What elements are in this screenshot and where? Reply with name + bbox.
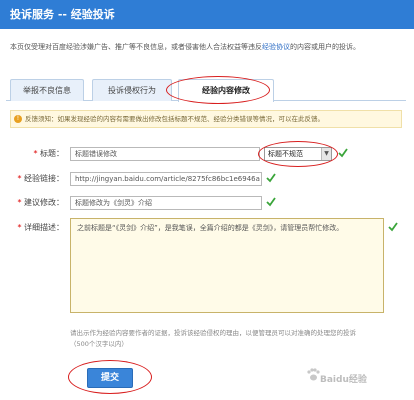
intro-text-after: 的内容或用户的投诉。 [290, 43, 360, 51]
link-input[interactable]: http://jingyan.baidu.com/article/8275fc8… [70, 172, 262, 186]
title-input[interactable]: 标题错误修改 [70, 147, 260, 161]
page-header: 投诉服务 -- 经验投诉 [0, 0, 414, 29]
tab-report-infringement[interactable]: 投诉侵权行为 [92, 79, 172, 101]
detail-textarea[interactable]: 之前标题是“《灵剑》介绍”，是我笔误，全篇介绍的都是《灵剑》，请管理员帮忙修改。 [70, 218, 384, 313]
warning-icon: ! [14, 115, 22, 123]
agreement-link[interactable]: 经验协议 [262, 43, 290, 51]
notice-box: ! 反馈须知：如果发现经验的内容有需要做出修改包括标题不规范、经验分类错误等情况… [10, 110, 402, 128]
annotation-circle-select [258, 141, 338, 167]
hint-line-2: （500个汉字以内） [70, 340, 128, 348]
check-icon [266, 197, 276, 207]
hint-text: 请出示作为经验内容要作者的证据，投诉该经验侵权的理由，以便管理员可以对准确的处理… [70, 328, 400, 350]
link-label: * 经验链接： [17, 174, 64, 183]
annotation-circle-submit [68, 360, 152, 394]
tab-report-bad-info[interactable]: 举报不良信息 [10, 79, 84, 101]
check-icon [388, 222, 398, 232]
check-icon [338, 148, 348, 158]
notice-text: 反馈须知：如果发现经验的内容有需要做出修改包括标题不规范、经验分类错误等情况，可… [25, 115, 324, 123]
hint-line-1: 请出示作为经验内容要作者的证据，投诉该经验侵权的理由，以便管理员可以对准确的处理… [70, 329, 356, 337]
intro-text-before: 本页仅受理对百度经验涉嫌广告、推广等不良信息，或者侵害他人合法权益等违反 [10, 43, 262, 51]
annotation-circle-tab [166, 76, 270, 104]
detail-label: * 详细描述： [17, 223, 64, 232]
suggest-input[interactable]: 标题修改为《剑灵》介绍 [70, 196, 262, 210]
page-title: 投诉服务 -- 经验投诉 [10, 8, 115, 21]
baidu-paw-icon [307, 368, 320, 381]
watermark-text: Baidu经验 [320, 375, 367, 385]
intro-text: 本页仅受理对百度经验涉嫌广告、推广等不良信息，或者侵害他人合法权益等违反经验协议… [10, 41, 408, 53]
title-label: * 标题： [33, 149, 64, 158]
check-icon [266, 173, 276, 183]
suggest-label: * 建议修改： [17, 198, 64, 207]
